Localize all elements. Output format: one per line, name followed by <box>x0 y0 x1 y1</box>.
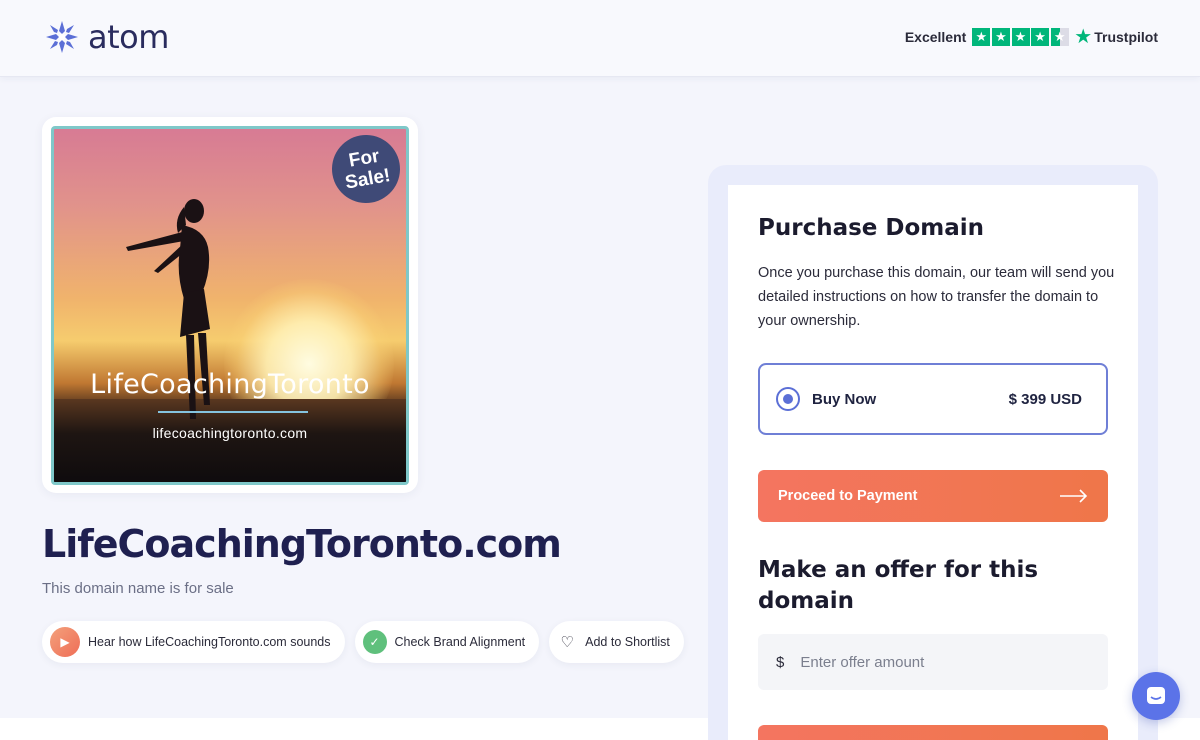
offer-amount-field[interactable]: $ <box>758 634 1108 690</box>
hear-domain-button[interactable]: ▶ Hear how LifeCoachingToronto.com sound… <box>42 621 345 663</box>
offer-amount-input[interactable] <box>800 653 1090 671</box>
add-shortlist-label: Add to Shortlist <box>585 635 670 649</box>
buy-now-option[interactable]: Buy Now $ 399 USD <box>758 363 1108 435</box>
heart-icon: ♡ <box>560 634 574 651</box>
domain-subtitle: This domain name is for sale <box>42 580 234 597</box>
currency-symbol: $ <box>776 653 785 671</box>
logo-text: atom <box>88 18 169 56</box>
atom-logo[interactable]: atom <box>44 18 169 56</box>
play-icon: ▶ <box>50 627 80 657</box>
purchase-description: Once you purchase this domain, our team … <box>758 265 1115 329</box>
image-title: LifeCoachingToronto <box>90 369 370 400</box>
domain-image: For Sale! LifeCoachingToronto lifecoachi… <box>51 126 409 485</box>
check-icon: ✓ <box>362 630 387 654</box>
purchase-panel: Purchase Domain Once you purchase this d… <box>728 185 1138 740</box>
chat-icon <box>1147 687 1165 704</box>
star-icon: ★ <box>1031 28 1050 46</box>
rating-stars: ★ ★ ★ ★ ★ <box>972 28 1070 46</box>
domain-title: LifeCoachingToronto.com <box>42 522 562 566</box>
hear-domain-label: Hear how LifeCoachingToronto.com sounds <box>88 635 331 649</box>
for-sale-badge: For Sale! <box>326 129 406 209</box>
proceed-label: Proceed to Payment <box>778 488 918 504</box>
buy-now-label: Buy Now <box>812 390 877 408</box>
buy-now-price: $ 399 USD <box>1008 390 1082 408</box>
trustpilot-star-icon: ★ <box>1074 26 1093 48</box>
add-shortlist-button[interactable]: ♡ Add to Shortlist <box>549 621 684 663</box>
trustpilot-rating[interactable]: Excellent ★ ★ ★ ★ ★ ★ Trustpilot <box>904 26 1158 48</box>
site-header: atom Excellent ★ ★ ★ ★ ★ ★ Trustpilot <box>0 0 1200 77</box>
purchase-title: Purchase Domain <box>758 215 985 241</box>
submit-offer-button[interactable] <box>758 725 1108 740</box>
check-brand-label: Check Brand Alignment <box>394 635 526 649</box>
chat-launcher-button[interactable] <box>1132 672 1180 720</box>
domain-image-card: For Sale! LifeCoachingToronto lifecoachi… <box>42 117 418 493</box>
star-icon: ★ <box>991 28 1010 46</box>
atom-logo-icon <box>46 21 78 53</box>
star-icon: ★ <box>972 28 991 46</box>
arrow-right-icon <box>1060 489 1088 503</box>
image-url: lifecoachingtoronto.com <box>152 425 308 441</box>
domain-actions: ▶ Hear how LifeCoachingToronto.com sound… <box>42 621 694 663</box>
star-icon: ★ <box>1011 28 1030 46</box>
trustpilot-brand: Trustpilot <box>1094 29 1158 45</box>
offer-title: Make an offer for this domain <box>758 557 1039 614</box>
image-divider <box>158 411 308 413</box>
radio-selected-icon[interactable] <box>776 387 800 411</box>
proceed-to-payment-button[interactable]: Proceed to Payment <box>758 470 1108 522</box>
check-brand-button[interactable]: ✓ Check Brand Alignment <box>354 621 540 663</box>
trust-label: Excellent <box>904 29 967 45</box>
half-star-icon: ★ <box>1050 28 1069 46</box>
